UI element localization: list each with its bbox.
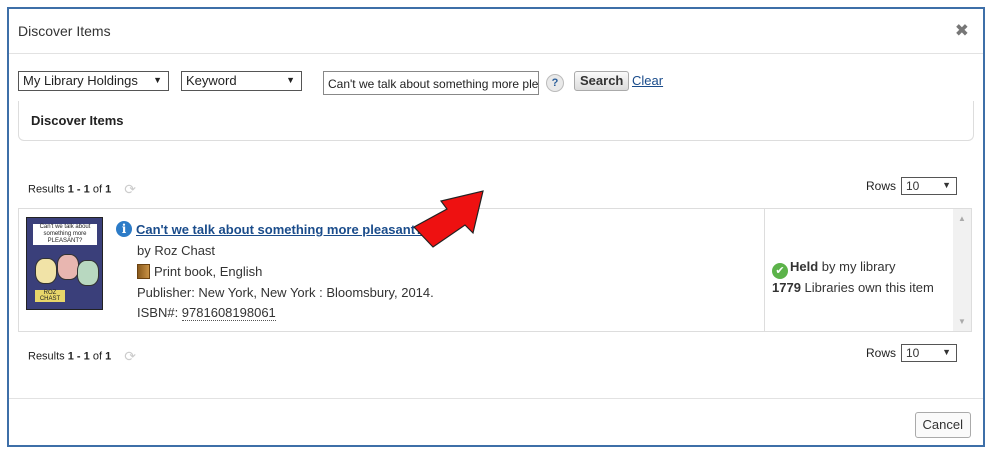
results-prefix: Results [28, 183, 68, 196]
scope-select[interactable]: My Library Holdings ▼ [18, 71, 169, 91]
libraries-count-text: Libraries own this item [800, 280, 934, 295]
scroll-up-icon[interactable]: ▲ [958, 214, 966, 223]
results-range: 1 - 1 [67, 350, 90, 363]
results-scrollbar[interactable]: ▲ ▼ [953, 209, 971, 331]
held-bold: Held [790, 259, 819, 274]
chevron-down-icon: ▼ [942, 347, 951, 357]
cover-title: Can't we talk about something more PLEAS… [33, 224, 97, 245]
info-icon[interactable]: i [116, 221, 132, 237]
rows-select-top[interactable]: 10 ▼ [901, 177, 957, 195]
results-summary-top: Results 1 - 1 of 1 ⟳ [28, 181, 136, 198]
annotation-arrow-icon [413, 190, 484, 248]
cover-figure [35, 258, 57, 284]
results-prefix: Results [28, 350, 68, 363]
cancel-button[interactable]: Cancel [914, 412, 971, 438]
book-icon [137, 264, 150, 279]
search-button[interactable]: Search [574, 71, 630, 91]
dialog-title: Discover Items [18, 23, 111, 39]
isbn-value[interactable]: 9781608198061 [181, 305, 276, 321]
held-rest: by my library [818, 259, 896, 274]
clear-link[interactable]: Clear [632, 73, 663, 88]
rows-select-value: 10 [906, 179, 920, 193]
discover-items-dialog: Discover Items ✖ My Library Holdings ▼ K… [7, 7, 985, 447]
panel-title: Discover Items [31, 113, 124, 128]
check-icon: ✔ [772, 263, 788, 279]
chevron-down-icon: ▼ [153, 75, 162, 85]
rows-label-bottom: Rows [865, 346, 896, 360]
scope-select-value: My Library Holdings [23, 73, 138, 88]
results-summary-bottom: Results 1 - 1 of 1 ⟳ [28, 348, 136, 365]
item-author: by Roz Chast [137, 243, 216, 258]
results-of: of [89, 350, 106, 363]
chevron-down-icon: ▼ [942, 180, 951, 190]
rows-select-value: 10 [906, 346, 920, 360]
scroll-down-icon[interactable]: ▼ [958, 317, 966, 326]
rows-select-bottom[interactable]: 10 ▼ [901, 344, 957, 362]
search-input[interactable]: Can't we talk about something more pleas… [323, 71, 539, 95]
item-format-label: Print book, English [154, 264, 263, 279]
libraries-count-number: 1779 [772, 280, 801, 295]
cover-figure [57, 254, 79, 280]
column-divider [764, 209, 765, 331]
item-publisher: Publisher: New York, New York : Bloomsbu… [137, 285, 434, 300]
rows-label-top: Rows [865, 179, 896, 193]
item-title-link[interactable]: Can't we talk about something more pleas… [136, 222, 423, 237]
close-icon[interactable]: ✖ [955, 21, 969, 41]
field-select[interactable]: Keyword ▼ [181, 71, 302, 91]
help-icon[interactable]: ? [546, 74, 564, 92]
libraries-count: 1779 Libraries own this item [772, 280, 934, 295]
isbn-label: ISBN#: [137, 305, 182, 320]
item-isbn: ISBN#: 9781608198061 [137, 305, 276, 321]
cover-figure [77, 260, 99, 286]
item-format: Print book, English [137, 264, 262, 279]
discover-items-panel: Discover Items [18, 101, 974, 141]
results-total: 1 [105, 183, 112, 196]
book-cover-image[interactable]: Can't we talk about something more PLEAS… [26, 217, 103, 310]
results-total: 1 [105, 350, 112, 363]
cover-author: ROZ CHAST [35, 290, 65, 302]
held-status: ✔ Held by my library [772, 259, 895, 279]
refresh-icon[interactable]: ⟳ [124, 348, 136, 365]
results-of: of [89, 183, 106, 196]
search-bar: My Library Holdings ▼ Keyword ▼ Can't we… [9, 55, 983, 105]
refresh-icon[interactable]: ⟳ [124, 181, 136, 198]
results-range: 1 - 1 [67, 183, 90, 196]
dialog-footer: Cancel [9, 398, 983, 447]
dialog-titlebar: Discover Items ✖ [9, 9, 983, 54]
chevron-down-icon: ▼ [286, 75, 295, 85]
field-select-value: Keyword [186, 73, 237, 88]
